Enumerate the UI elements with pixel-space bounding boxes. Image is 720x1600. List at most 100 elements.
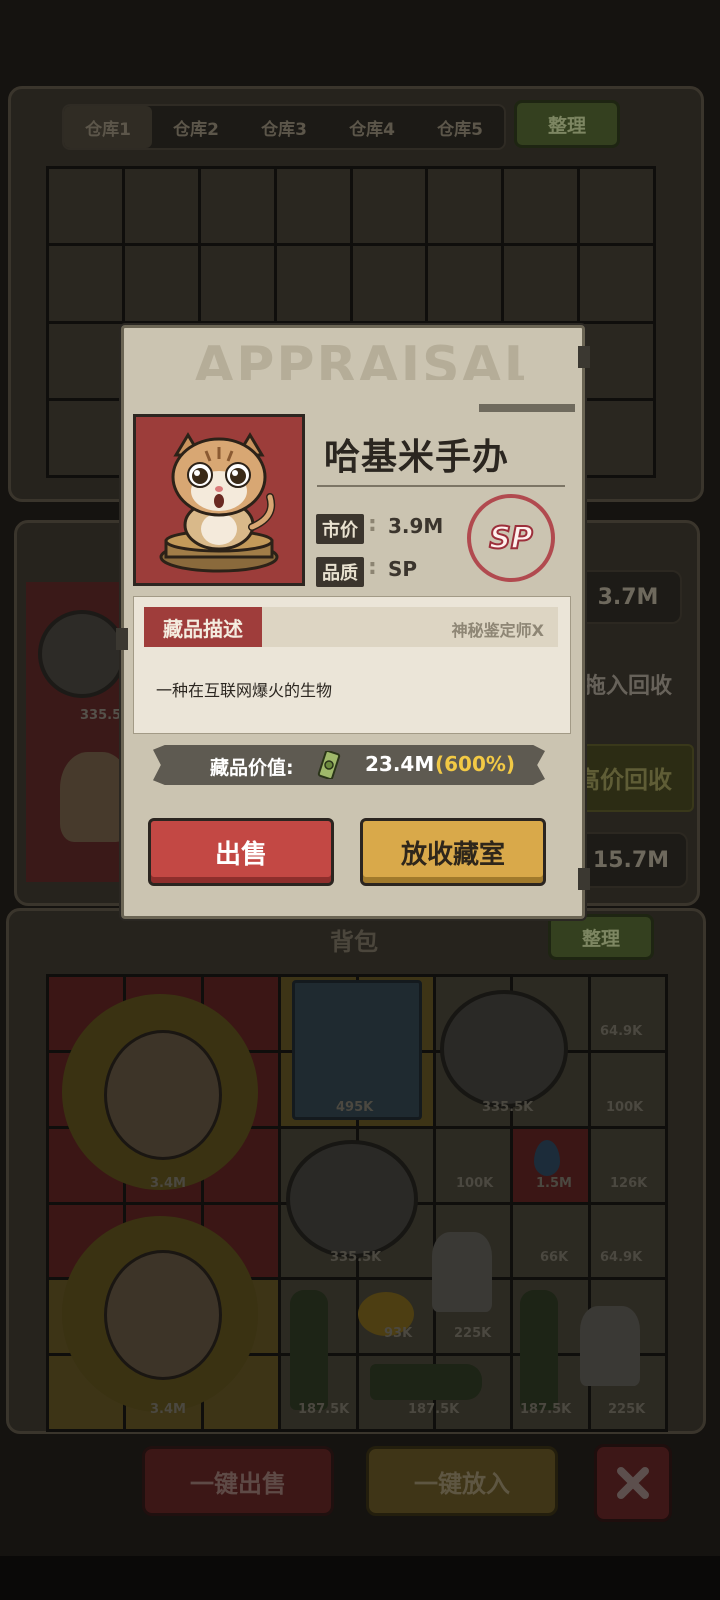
tab-warehouse-5[interactable]: 仓库5 xyxy=(416,106,504,148)
collection-value-percent: (600%) xyxy=(435,752,516,776)
item-price: 187.5K xyxy=(298,1402,350,1417)
quality-stamp: SP xyxy=(467,494,555,582)
warehouse-slot[interactable] xyxy=(200,169,274,244)
quality-colon: : xyxy=(368,555,377,580)
appraisal-watermark: APPRAISAL xyxy=(194,336,524,380)
warehouse-slot[interactable] xyxy=(49,246,122,321)
item-portrait xyxy=(133,414,305,586)
champagne-bottle-icon xyxy=(370,1364,482,1400)
modal-edge-notch xyxy=(578,868,590,890)
appraisal-modal: APPRAISAL 哈基米手办 市价 : 3.9M 品质: SP SP 藏品描… xyxy=(116,325,590,919)
item-price: 495K xyxy=(336,1100,374,1115)
store-all-button[interactable]: 一键放入 xyxy=(366,1446,558,1516)
item-price: 100K xyxy=(606,1100,644,1115)
item-price: 187.5K xyxy=(520,1402,572,1417)
quality-stamp-text: SP xyxy=(488,520,534,557)
recycle-value-top: 3.7M xyxy=(574,570,682,624)
item-price: 3.4M xyxy=(150,1402,186,1417)
item-price: 66K xyxy=(540,1250,569,1265)
description-text: 一种在互联网爆火的生物 xyxy=(156,681,333,700)
item-price: 126K xyxy=(610,1176,648,1191)
tab-warehouse-1[interactable]: 仓库1 xyxy=(64,106,152,148)
item-price: 93K xyxy=(384,1326,413,1341)
sell-all-button[interactable]: 一键出售 xyxy=(142,1446,334,1516)
name-divider xyxy=(317,485,565,487)
backpack-slot[interactable] xyxy=(590,1204,665,1278)
warehouse-slot[interactable] xyxy=(352,169,426,244)
description-header: 藏品描述 神秘鉴定师X xyxy=(144,607,558,647)
backpack-slot[interactable] xyxy=(513,1204,588,1278)
bottom-bar xyxy=(0,1556,720,1600)
warehouse-slot[interactable] xyxy=(49,169,122,244)
close-button[interactable] xyxy=(594,1444,672,1522)
recycle-value-bottom: 15.7M xyxy=(574,832,688,888)
warehouse-sort-button[interactable]: 整理 xyxy=(514,100,620,148)
warehouse-slot[interactable] xyxy=(124,169,198,244)
description-tag: 藏品描述 xyxy=(144,607,262,647)
sell-button[interactable]: 出售 xyxy=(148,818,334,886)
close-icon xyxy=(617,1467,649,1499)
item-price: 3.4M xyxy=(150,1176,186,1191)
champagne-bottle-icon xyxy=(290,1290,328,1410)
warehouse-slot[interactable] xyxy=(580,246,653,321)
warehouse-slot[interactable] xyxy=(580,323,653,398)
warehouse-slot[interactable] xyxy=(504,169,578,244)
quality-label: 品质 xyxy=(316,557,364,587)
tab-warehouse-2[interactable]: 仓库2 xyxy=(152,106,240,148)
trophy-icon xyxy=(580,1306,640,1386)
cat-figure-background-icon xyxy=(60,752,130,842)
market-price-colon: : xyxy=(368,512,377,537)
store-to-collection-button[interactable]: 放收藏室 xyxy=(360,818,546,886)
item-price: 100K xyxy=(456,1176,494,1191)
warehouse-slot[interactable] xyxy=(49,323,122,398)
trophy-icon xyxy=(432,1232,492,1312)
warehouse-slot[interactable] xyxy=(428,246,502,321)
warehouse-slot[interactable] xyxy=(352,246,426,321)
face-icon xyxy=(104,1030,222,1160)
book-icon xyxy=(292,980,422,1120)
tab-warehouse-4[interactable]: 仓库4 xyxy=(328,106,416,148)
modal-edge-notch xyxy=(578,346,590,368)
face-icon xyxy=(104,1250,222,1380)
market-price-value: 3.9M xyxy=(388,514,444,538)
champagne-bottle-icon xyxy=(520,1290,558,1410)
description-box: 藏品描述 神秘鉴定师X 一种在互联网爆火的生物 xyxy=(133,596,571,734)
warehouse-slot[interactable] xyxy=(580,169,653,244)
warehouse-slot[interactable] xyxy=(124,246,198,321)
tab-warehouse-3[interactable]: 仓库3 xyxy=(240,106,328,148)
item-price: 225K xyxy=(608,1402,646,1417)
cat-figurine-icon xyxy=(159,432,279,573)
collection-value-banner: 藏品价值: 23.4M (600%) xyxy=(153,745,545,785)
header-stripe xyxy=(479,404,575,412)
appraiser-name: 神秘鉴定师X xyxy=(451,621,544,640)
collection-value-amount: 23.4M xyxy=(365,752,435,776)
item-price: 1.5M xyxy=(536,1176,572,1191)
recycle-item-price: 335.5 xyxy=(80,708,122,723)
warehouse-slot[interactable] xyxy=(49,400,122,475)
item-price: 335.5K xyxy=(330,1250,382,1265)
warehouse-slot[interactable] xyxy=(428,169,502,244)
warehouse-slot[interactable] xyxy=(504,246,578,321)
jet-engine-icon xyxy=(286,1140,418,1258)
item-price: 64.9K xyxy=(600,1024,643,1039)
money-icon xyxy=(317,751,341,779)
backpack-title: 背包 xyxy=(330,928,378,956)
market-price-label: 市价 xyxy=(316,514,364,544)
item-name: 哈基米手办 xyxy=(324,437,510,478)
item-price: 335.5K xyxy=(482,1100,534,1115)
item-price: 225K xyxy=(454,1326,492,1341)
jet-engine-icon xyxy=(38,610,126,698)
warehouse-slot[interactable] xyxy=(276,169,350,244)
backpack-sort-button[interactable]: 整理 xyxy=(548,914,654,960)
warehouse-tabs: 仓库1 仓库2 仓库3 仓库4 仓库5 xyxy=(62,104,506,150)
jet-engine-icon xyxy=(440,990,568,1108)
water-drop-icon xyxy=(534,1140,560,1176)
item-price: 187.5K xyxy=(408,1402,460,1417)
quality-value: SP xyxy=(388,557,418,581)
warehouse-slot[interactable] xyxy=(276,246,350,321)
modal-edge-notch xyxy=(116,628,128,650)
warehouse-slot[interactable] xyxy=(580,400,653,475)
high-recycle-label: 高价回收 xyxy=(576,766,672,794)
item-price: 64.9K xyxy=(600,1250,643,1265)
warehouse-slot[interactable] xyxy=(200,246,274,321)
